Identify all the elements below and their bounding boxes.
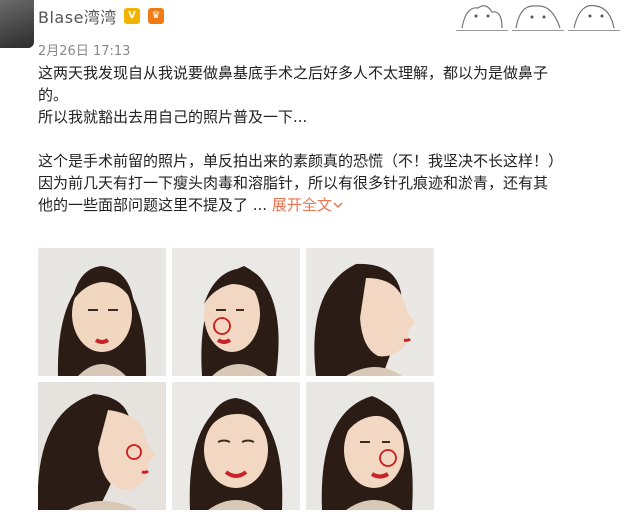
avatar[interactable] xyxy=(0,0,34,48)
verified-v-icon: V xyxy=(124,8,140,24)
photo-thumbnail[interactable] xyxy=(38,248,166,376)
post-line: 的。 xyxy=(38,86,69,104)
post-line: 他的一些面部问题这里不提及了 ... 展开全文 xyxy=(38,194,628,216)
sticker-decoration-icon xyxy=(568,0,620,31)
post-header: Blase湾湾 V ♛ 2月26日 17:13 xyxy=(0,0,640,60)
photo-grid xyxy=(38,248,438,510)
post-body: 这两天我发现自从我说要做鼻基底手术之后好多人不太理解，都以为是做鼻子 的。 所以… xyxy=(38,62,628,216)
photo-thumbnail[interactable] xyxy=(172,248,300,376)
sticker-decoration-icon xyxy=(456,0,508,31)
three-quarter-smile-photo-marked xyxy=(306,382,434,510)
front-face-photo xyxy=(38,248,166,376)
post-line-text: 他的一些面部问题这里不提及了 ... xyxy=(38,196,268,214)
profile-face-photo xyxy=(306,248,434,376)
chevron-down-icon xyxy=(333,202,343,209)
vip-crown-icon: ♛ xyxy=(148,8,164,24)
photo-thumbnail[interactable] xyxy=(306,248,434,376)
post-line: 这两天我发现自从我说要做鼻基底手术之后好多人不太理解，都以为是做鼻子 xyxy=(38,64,549,82)
expand-label: 展开全文 xyxy=(271,196,332,214)
post-line: 因为前几天有打一下瘦头肉毒和溶脂针，所以有很多针孔痕迹和淤青，还有其 xyxy=(38,174,549,192)
photo-thumbnail[interactable] xyxy=(38,382,166,510)
photo-thumbnail[interactable] xyxy=(172,382,300,510)
expand-full-text-link[interactable]: 展开全文 xyxy=(272,196,344,214)
photo-thumbnail[interactable] xyxy=(306,382,434,510)
post-timestamp[interactable]: 2月26日 17:13 xyxy=(38,40,130,59)
post-line: 所以我就豁出去用自己的照片普及一下... xyxy=(38,108,308,126)
smiling-face-photo xyxy=(172,382,300,510)
sticker-decoration-icon xyxy=(512,0,564,31)
username[interactable]: Blase湾湾 xyxy=(38,4,117,28)
profile-left-face-photo-marked xyxy=(38,382,166,510)
post-line: 这个是手术前留的照片，单反拍出来的素颜真的恐慌（不！我坚决不长这样！） xyxy=(38,152,564,170)
three-quarter-face-photo-marked xyxy=(172,248,300,376)
